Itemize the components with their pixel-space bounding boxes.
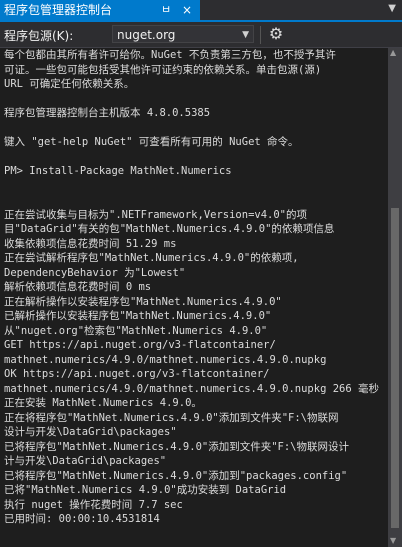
console-line: 目"DataGrid"有关的包"MathNet.Numerics.4.9.0"的… <box>4 223 335 235</box>
console-line: 从"nuget.org"检索包"MathNet.Numerics 4.9.0" <box>4 324 268 337</box>
console-line: 可证。一些包可能包括受其他许可证约束的依赖关系。单击包源(源) <box>4 63 322 76</box>
console-line: 已将程序包"MathNet.Numerics.4.9.0"添加到"package… <box>4 469 348 482</box>
package-source-value: nuget.org <box>117 28 176 42</box>
window-dropdown-icon[interactable]: ▼ <box>388 3 396 14</box>
console-line: PM> Install-Package MathNet.Numerics <box>4 165 232 177</box>
console-line: 收集依赖项信息花费时间 51.29 ms <box>4 237 177 250</box>
console-line: 正在解析操作以安装程序包"MathNet.Numerics.4.9.0" <box>4 295 282 308</box>
scrollbar-thumb[interactable] <box>391 208 399 528</box>
package-source-label: 程序包源(K): <box>4 29 74 43</box>
console-line: 计与开发\DataGrid\packages" <box>4 455 167 467</box>
console-line: mathnet.numerics/4.9.0/mathnet.numerics.… <box>4 353 327 366</box>
pin-icon[interactable]: ㅂ <box>161 0 171 20</box>
console-line: 每个包都由其所有者许可给你。NuGet 不负责第三方包，也不授予其许 <box>4 49 336 61</box>
console-line: 执行 nuget 操作花费时间 7.7 sec <box>4 498 183 511</box>
console-line: 已将程序包"MathNet.Numerics.4.9.0"添加到文件夹"F:\物… <box>4 440 350 453</box>
console-line: OK https://api.nuget.org/v3-flatcontaine… <box>4 368 270 380</box>
console-line: 程序包管理器控制台主机版本 4.8.0.5385 <box>4 107 211 119</box>
console-output[interactable]: 每个包都由其所有者许可给你。NuGet 不负责第三方包，也不授予其许 可证。一些包… <box>0 48 388 547</box>
console-line: URL 可确定任何依赖关系。 <box>4 78 135 90</box>
console-line: 正在将程序包"MathNet.Numerics.4.9.0"添加到文件夹"F:\… <box>4 411 339 424</box>
console-line: 设计与开发\DataGrid\packages" <box>4 426 177 438</box>
console-line: 解析依赖项信息花费时间 0 ms <box>4 281 152 293</box>
console-line: 键入 "get-help NuGet" 可查看所有可用的 NuGet 命令。 <box>4 136 299 148</box>
chevron-down-icon: ▼ <box>242 30 249 40</box>
tab-bar: 程序包管理器控制台 ㅂ × ▼ <box>0 0 402 22</box>
console-line: 正在尝试收集与目标为".NETFramework,Version=v4.0"的项 <box>4 208 308 221</box>
console-line: 已解析操作以安装程序包"MathNet.Numerics.4.9.0" <box>4 310 272 322</box>
console-line: DependencyBehavior 为"Lowest" <box>4 266 186 279</box>
console-line: 已用时间: 00:00:10.4531814 <box>4 513 160 525</box>
console-line: 正在安装 MathNet.Numerics 4.9.0。 <box>4 397 202 409</box>
tab-title: 程序包管理器控制台 <box>4 3 113 17</box>
gear-icon[interactable]: ⚙ <box>266 24 286 44</box>
scroll-down-icon[interactable]: ▼ <box>390 536 396 545</box>
console-line: mathnet.numerics/4.9.0/mathnet.numerics.… <box>4 382 380 395</box>
tab-package-manager-console[interactable]: 程序包管理器控制台 ㅂ × <box>0 0 200 20</box>
toolbar-separator <box>260 26 261 44</box>
vertical-scrollbar[interactable]: ▲ ▼ <box>388 48 402 547</box>
console-line: GET https://api.nuget.org/v3-flatcontain… <box>4 339 276 351</box>
close-icon[interactable]: × <box>182 0 192 20</box>
package-manager-console-window: 程序包管理器控制台 ㅂ × ▼ 程序包源(K): nuget.org ▼ ⚙ 每… <box>0 0 402 547</box>
scroll-up-icon[interactable]: ▲ <box>390 48 396 57</box>
package-source-select[interactable]: nuget.org ▼ <box>112 25 254 43</box>
console-line: 已将"MathNet.Numerics 4.9.0"成功安装到 DataGrid <box>4 484 287 496</box>
console-toolbar: 程序包源(K): nuget.org ▼ ⚙ <box>0 22 402 48</box>
console-line: 正在尝试解析程序包"MathNet.Numerics.4.9.0"的依赖项, <box>4 252 299 264</box>
